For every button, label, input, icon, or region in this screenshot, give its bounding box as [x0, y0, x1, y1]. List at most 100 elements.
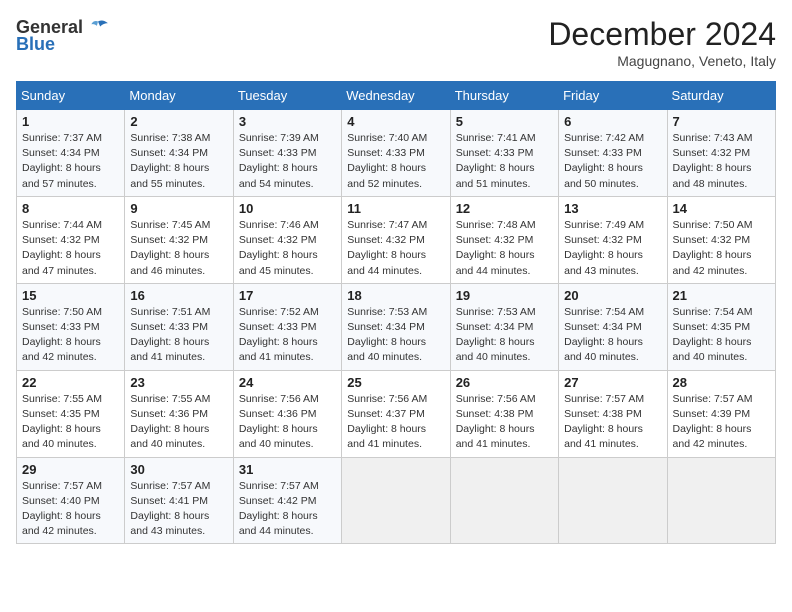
day-number: 24	[239, 375, 336, 390]
day-detail: Sunrise: 7:50 AMSunset: 4:32 PMDaylight:…	[673, 218, 770, 279]
weekday-header-wednesday: Wednesday	[342, 82, 450, 110]
weekday-header-row: SundayMondayTuesdayWednesdayThursdayFrid…	[17, 82, 776, 110]
day-detail: Sunrise: 7:52 AMSunset: 4:33 PMDaylight:…	[239, 305, 336, 366]
week-row-4: 22Sunrise: 7:55 AMSunset: 4:35 PMDayligh…	[17, 370, 776, 457]
day-number: 29	[22, 462, 119, 477]
calendar-cell: 24 Sunrise: 7:56 AMSunset: 4:36 PMDayligh…	[233, 370, 341, 457]
weekday-header-saturday: Saturday	[667, 82, 775, 110]
calendar-cell: 5Sunrise: 7:41 AMSunset: 4:33 PMDaylight…	[450, 110, 558, 197]
day-detail: Sunrise: 7:43 AMSunset: 4:32 PMDaylight:…	[673, 131, 770, 192]
day-number: 30	[130, 462, 227, 477]
calendar-cell: 20 Sunrise: 7:54 AMSunset: 4:34 PMDayligh…	[559, 283, 667, 370]
day-number: 12	[456, 201, 553, 216]
day-detail: Sunrise: 7:44 AMSunset: 4:32 PMDaylight:…	[22, 218, 119, 279]
day-number: 25	[347, 375, 444, 390]
calendar-cell: 30 Sunrise: 7:57 AMSunset: 4:41 PMDayligh…	[125, 457, 233, 544]
day-detail: Sunrise: 7:56 AMSunset: 4:38 PMDaylight:…	[456, 392, 553, 453]
day-detail: Sunrise: 7:53 AMSunset: 4:34 PMDaylight:…	[347, 305, 444, 366]
day-detail: Sunrise: 7:56 AMSunset: 4:36 PMDaylight:…	[239, 392, 336, 453]
calendar-table: SundayMondayTuesdayWednesdayThursdayFrid…	[16, 81, 776, 544]
day-number: 14	[673, 201, 770, 216]
weekday-header-monday: Monday	[125, 82, 233, 110]
calendar-cell	[342, 457, 450, 544]
calendar-subtitle: Magugnano, Veneto, Italy	[548, 53, 776, 69]
day-number: 9	[130, 201, 227, 216]
calendar-cell: 27 Sunrise: 7:57 AMSunset: 4:38 PMDayligh…	[559, 370, 667, 457]
day-detail: Sunrise: 7:40 AMSunset: 4:33 PMDaylight:…	[347, 131, 444, 192]
calendar-cell: 14 Sunrise: 7:50 AMSunset: 4:32 PMDayligh…	[667, 196, 775, 283]
day-number: 27	[564, 375, 661, 390]
day-detail: Sunrise: 7:56 AMSunset: 4:37 PMDaylight:…	[347, 392, 444, 453]
day-number: 11	[347, 201, 444, 216]
calendar-cell: 21 Sunrise: 7:54 AMSunset: 4:35 PMDayligh…	[667, 283, 775, 370]
week-row-2: 8 Sunrise: 7:44 AMSunset: 4:32 PMDaylight…	[17, 196, 776, 283]
day-detail: Sunrise: 7:57 AMSunset: 4:39 PMDaylight:…	[673, 392, 770, 453]
calendar-title: December 2024	[548, 16, 776, 53]
calendar-cell: 29Sunrise: 7:57 AMSunset: 4:40 PMDayligh…	[17, 457, 125, 544]
calendar-cell: 15 Sunrise: 7:50 AMSunset: 4:33 PMDayligh…	[17, 283, 125, 370]
calendar-cell: 17Sunrise: 7:52 AMSunset: 4:33 PMDayligh…	[233, 283, 341, 370]
day-detail: Sunrise: 7:55 AMSunset: 4:36 PMDaylight:…	[130, 392, 227, 453]
weekday-header-tuesday: Tuesday	[233, 82, 341, 110]
calendar-cell: 8 Sunrise: 7:44 AMSunset: 4:32 PMDaylight…	[17, 196, 125, 283]
day-number: 6	[564, 114, 661, 129]
day-detail: Sunrise: 7:46 AMSunset: 4:32 PMDaylight:…	[239, 218, 336, 279]
day-number: 23	[130, 375, 227, 390]
calendar-cell: 10 Sunrise: 7:46 AMSunset: 4:32 PMDayligh…	[233, 196, 341, 283]
calendar-cell: 11 Sunrise: 7:47 AMSunset: 4:32 PMDayligh…	[342, 196, 450, 283]
calendar-cell: 16 Sunrise: 7:51 AMSunset: 4:33 PMDayligh…	[125, 283, 233, 370]
day-detail: Sunrise: 7:57 AMSunset: 4:41 PMDaylight:…	[130, 479, 227, 540]
day-detail: Sunrise: 7:49 AMSunset: 4:32 PMDaylight:…	[564, 218, 661, 279]
week-row-5: 29Sunrise: 7:57 AMSunset: 4:40 PMDayligh…	[17, 457, 776, 544]
day-number: 16	[130, 288, 227, 303]
day-number: 10	[239, 201, 336, 216]
logo: General Blue	[16, 16, 109, 55]
page-header: General Blue December 2024 Magugnano, Ve…	[16, 16, 776, 69]
calendar-cell: 25 Sunrise: 7:56 AMSunset: 4:37 PMDayligh…	[342, 370, 450, 457]
calendar-cell	[559, 457, 667, 544]
calendar-cell: 7 Sunrise: 7:43 AMSunset: 4:32 PMDaylight…	[667, 110, 775, 197]
day-number: 19	[456, 288, 553, 303]
day-detail: Sunrise: 7:57 AMSunset: 4:38 PMDaylight:…	[564, 392, 661, 453]
day-detail: Sunrise: 7:57 AMSunset: 4:42 PMDaylight:…	[239, 479, 336, 540]
calendar-cell: 22Sunrise: 7:55 AMSunset: 4:35 PMDayligh…	[17, 370, 125, 457]
day-detail: Sunrise: 7:38 AMSunset: 4:34 PMDaylight:…	[130, 131, 227, 192]
day-number: 4	[347, 114, 444, 129]
day-detail: Sunrise: 7:50 AMSunset: 4:33 PMDaylight:…	[22, 305, 119, 366]
calendar-cell: 3 Sunrise: 7:39 AMSunset: 4:33 PMDaylight…	[233, 110, 341, 197]
weekday-header-thursday: Thursday	[450, 82, 558, 110]
week-row-1: 1Sunrise: 7:37 AMSunset: 4:34 PMDaylight…	[17, 110, 776, 197]
day-number: 28	[673, 375, 770, 390]
day-number: 20	[564, 288, 661, 303]
calendar-cell	[667, 457, 775, 544]
day-detail: Sunrise: 7:47 AMSunset: 4:32 PMDaylight:…	[347, 218, 444, 279]
day-number: 3	[239, 114, 336, 129]
calendar-cell: 9Sunrise: 7:45 AMSunset: 4:32 PMDaylight…	[125, 196, 233, 283]
day-detail: Sunrise: 7:53 AMSunset: 4:34 PMDaylight:…	[456, 305, 553, 366]
day-number: 22	[22, 375, 119, 390]
day-number: 31	[239, 462, 336, 477]
day-detail: Sunrise: 7:54 AMSunset: 4:34 PMDaylight:…	[564, 305, 661, 366]
day-detail: Sunrise: 7:39 AMSunset: 4:33 PMDaylight:…	[239, 131, 336, 192]
calendar-cell: 28 Sunrise: 7:57 AMSunset: 4:39 PMDayligh…	[667, 370, 775, 457]
title-block: December 2024 Magugnano, Veneto, Italy	[548, 16, 776, 69]
day-number: 26	[456, 375, 553, 390]
day-number: 5	[456, 114, 553, 129]
logo-blue-text: Blue	[16, 34, 55, 55]
calendar-cell: 1Sunrise: 7:37 AMSunset: 4:34 PMDaylight…	[17, 110, 125, 197]
day-number: 21	[673, 288, 770, 303]
calendar-cell: 6Sunrise: 7:42 AMSunset: 4:33 PMDaylight…	[559, 110, 667, 197]
day-number: 13	[564, 201, 661, 216]
calendar-cell: 19 Sunrise: 7:53 AMSunset: 4:34 PMDayligh…	[450, 283, 558, 370]
weekday-header-friday: Friday	[559, 82, 667, 110]
day-number: 8	[22, 201, 119, 216]
weekday-header-sunday: Sunday	[17, 82, 125, 110]
calendar-cell: 12Sunrise: 7:48 AMSunset: 4:32 PMDayligh…	[450, 196, 558, 283]
day-number: 7	[673, 114, 770, 129]
day-number: 15	[22, 288, 119, 303]
day-number: 2	[130, 114, 227, 129]
day-detail: Sunrise: 7:51 AMSunset: 4:33 PMDaylight:…	[130, 305, 227, 366]
day-number: 18	[347, 288, 444, 303]
day-detail: Sunrise: 7:54 AMSunset: 4:35 PMDaylight:…	[673, 305, 770, 366]
day-number: 1	[22, 114, 119, 129]
